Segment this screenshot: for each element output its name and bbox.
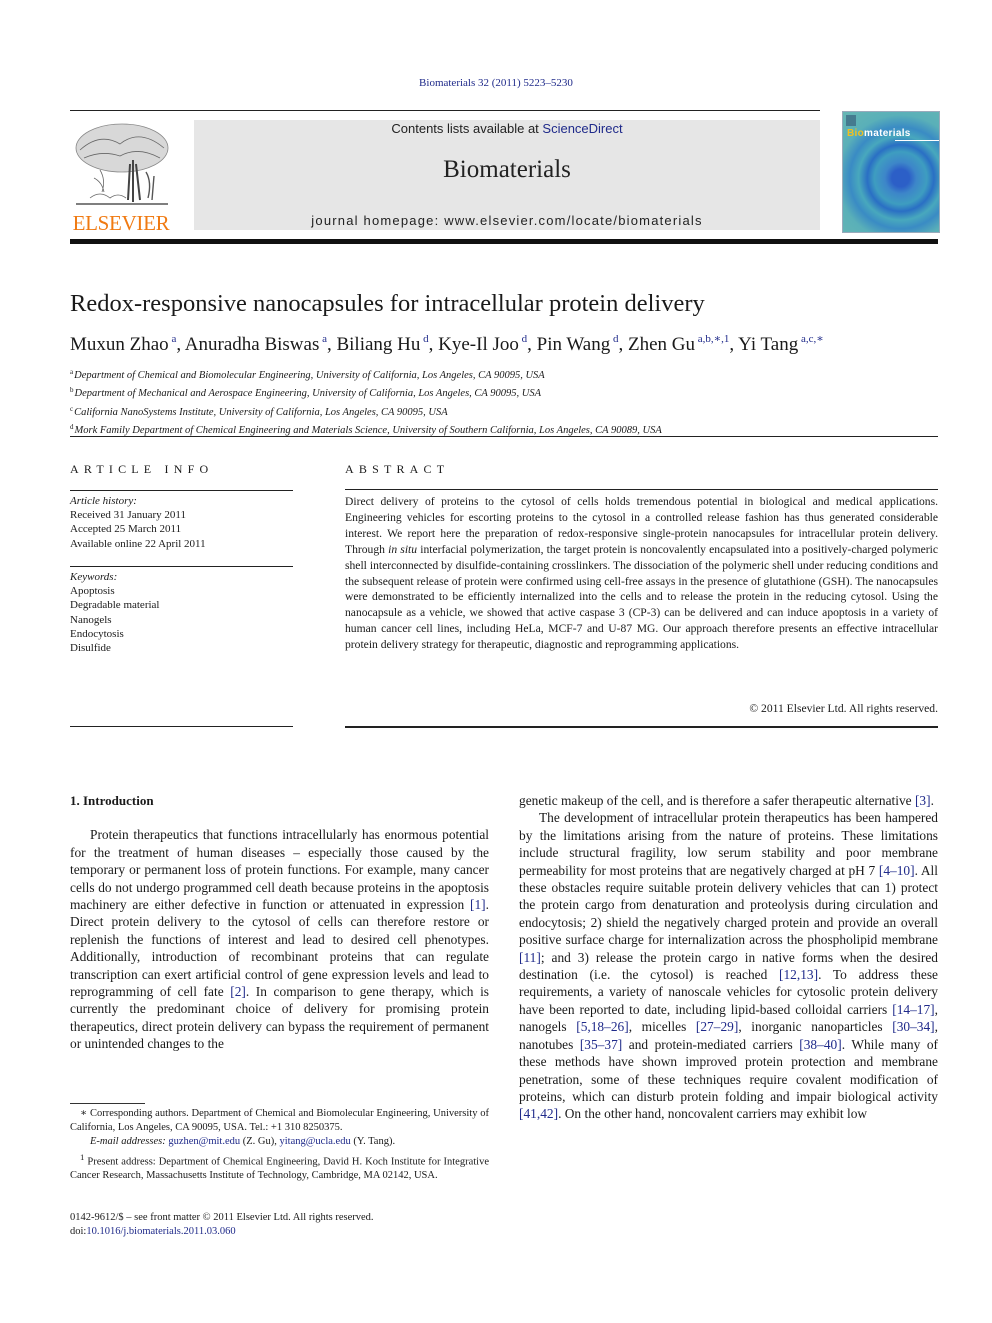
- author-name[interactable]: Pin Wang: [537, 334, 611, 355]
- article-info-heading: ARTICLE INFO: [70, 462, 214, 476]
- journal-citation[interactable]: Biomaterials 32 (2011) 5223–5230: [0, 77, 992, 89]
- article-info-rule: [70, 490, 293, 491]
- footnote-rule: [70, 1103, 145, 1104]
- citation-link[interactable]: [27–29]: [696, 1019, 738, 1034]
- section-heading-introduction: 1. Introduction: [70, 793, 154, 808]
- keyword-item: Disulfide: [70, 642, 111, 655]
- citation-link[interactable]: [4–10]: [879, 863, 915, 878]
- front-matter: 0142-9612/$ – see front matter © 2011 El…: [70, 1211, 374, 1239]
- citation-link[interactable]: [1]: [470, 897, 486, 912]
- author-name[interactable]: Anuradha Biswas: [185, 334, 320, 355]
- keywords: Keywords: Apoptosis Degradable material …: [70, 570, 159, 655]
- keyword-item: Degradable material: [70, 599, 160, 612]
- citation-link[interactable]: [38–40]: [799, 1037, 841, 1052]
- doi-link[interactable]: 10.1016/j.biomaterials.2011.03.060: [86, 1226, 235, 1237]
- citation-link[interactable]: [5,18–26]: [576, 1019, 628, 1034]
- present-address-note: 1 Present address: Department of Chemica…: [70, 1151, 489, 1182]
- affiliation-mark: b: [70, 386, 74, 395]
- abstract-rule: [345, 726, 938, 728]
- citation-link[interactable]: [41,42]: [519, 1106, 558, 1121]
- citation-link[interactable]: [35–37]: [580, 1037, 622, 1052]
- contents-line: Contents lists available at ScienceDirec…: [194, 121, 820, 136]
- article-info-rule: [70, 566, 293, 567]
- elsevier-logo[interactable]: ELSEVIER: [70, 120, 172, 234]
- affiliation-mark: c: [70, 404, 74, 413]
- affiliation-mark: a: [70, 368, 74, 376]
- citation-link[interactable]: [2]: [230, 984, 246, 999]
- affiliation-mark: d: [70, 422, 74, 431]
- corresponding-author-note: ∗ Corresponding authors. Department of C…: [70, 1108, 489, 1134]
- author-name[interactable]: Muxun Zhao: [70, 334, 169, 355]
- elsevier-wordmark: ELSEVIER: [72, 211, 170, 235]
- keyword-item: Apoptosis: [70, 585, 115, 598]
- citation-link[interactable]: [11]: [519, 950, 541, 965]
- citation-link[interactable]: Biomaterials 32 (2011) 5223–5230: [419, 77, 573, 89]
- citation-link[interactable]: [14–17]: [892, 1002, 934, 1017]
- affiliation-item: cCalifornia NanoSystems Institute, Unive…: [70, 404, 448, 418]
- article-info-rule: [70, 726, 293, 727]
- article-title: Redox-responsive nanocapsules for intrac…: [70, 290, 705, 317]
- email-link-gu[interactable]: guzhen@mit.edu: [168, 1136, 240, 1147]
- author-affiliation-marks[interactable]: a: [319, 333, 327, 345]
- contents-prefix: Contents lists available at: [391, 121, 543, 136]
- email-addresses: E-mail addresses: guzhen@mit.edu (Z. Gu)…: [90, 1136, 396, 1148]
- author-affiliation-marks[interactable]: a,b,∗,1: [695, 333, 730, 345]
- affiliation-list: aDepartment of Chemical and Biomolecular…: [70, 365, 662, 438]
- cover-publisher-icon: [846, 115, 856, 126]
- affiliation-item: bDepartment of Mechanical and Aerospace …: [70, 386, 542, 400]
- history-online: Available online 22 April 2011: [70, 537, 206, 550]
- journal-header-banner: Contents lists available at ScienceDirec…: [194, 120, 820, 230]
- journal-title: Biomaterials: [443, 156, 571, 183]
- title-divider: [70, 436, 938, 437]
- body-column-left: 1. Introduction Protein therapeutics tha…: [70, 792, 489, 1053]
- footnotes: ∗ Corresponding authors. Department of C…: [70, 1107, 489, 1184]
- body-paragraph: The development of intracellular protein…: [519, 810, 939, 1122]
- author-affiliation-marks[interactable]: a: [169, 333, 176, 345]
- abstract-copyright: © 2011 Elsevier Ltd. All rights reserved…: [749, 702, 938, 715]
- history-accepted: Accepted 25 March 2011: [70, 523, 182, 536]
- author-affiliation-marks[interactable]: a,c,∗: [798, 333, 824, 345]
- author-name[interactable]: Zhen Gu: [628, 334, 695, 355]
- keyword-item: Endocytosis: [70, 627, 124, 640]
- author-name[interactable]: Biliang Hu: [336, 334, 420, 355]
- affiliation-item: aDepartment of Chemical and Biomolecular…: [70, 368, 545, 381]
- cover-rule: [895, 140, 939, 141]
- author-affiliation-marks[interactable]: d: [420, 333, 429, 345]
- tree-icon: [75, 123, 169, 205]
- citation-link[interactable]: [30–34]: [892, 1019, 934, 1034]
- header-bottom-rule: [70, 239, 938, 244]
- article-history-heading: Article history:: [70, 495, 137, 507]
- body-paragraph: Protein therapeutics that functions intr…: [70, 827, 489, 1052]
- article-history: Article history: Received 31 January 201…: [70, 494, 206, 551]
- citation-link[interactable]: [12,13]: [779, 967, 818, 982]
- abstract-text: Direct delivery of proteins to the cytos…: [345, 495, 938, 652]
- issn-line: 0142-9612/$ – see front matter © 2011 El…: [70, 1212, 374, 1223]
- doi-line: doi:10.1016/j.biomaterials.2011.03.060: [70, 1226, 236, 1238]
- citation-link[interactable]: [3]: [915, 793, 931, 808]
- keyword-item: Nanogels: [70, 613, 112, 626]
- author-affiliation-marks[interactable]: d: [610, 333, 619, 345]
- body-column-right: genetic makeup of the cell, and is there…: [519, 792, 938, 1123]
- author-name[interactable]: Yi Tang: [738, 334, 798, 355]
- header-top-rule: [70, 110, 820, 111]
- email-link-tang[interactable]: yitang@ucla.edu: [280, 1136, 351, 1147]
- abstract-rule: [345, 489, 938, 490]
- journal-homepage[interactable]: journal homepage: www.elsevier.com/locat…: [194, 213, 820, 228]
- author-list: Muxun Zhao a, Anuradha Biswas a, Biliang…: [70, 333, 824, 355]
- body-paragraph: genetic makeup of the cell, and is there…: [519, 793, 934, 808]
- sciencedirect-link[interactable]: ScienceDirect: [542, 121, 622, 136]
- author-affiliation-marks[interactable]: d: [519, 333, 528, 345]
- history-received: Received 31 January 2011: [70, 509, 186, 522]
- journal-cover-thumbnail[interactable]: Biomaterials: [842, 111, 940, 233]
- author-name[interactable]: Kye-Il Joo: [438, 334, 519, 355]
- keywords-heading: Keywords:: [70, 571, 118, 583]
- cover-title: Biomaterials: [847, 128, 911, 139]
- abstract-heading: ABSTRACT: [345, 462, 450, 476]
